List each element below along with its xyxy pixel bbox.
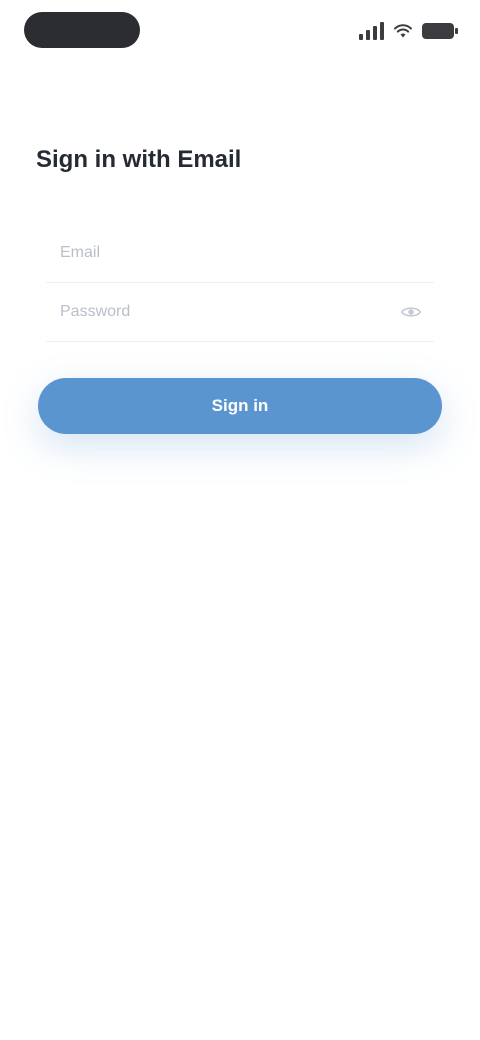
password-field[interactable] [58, 302, 400, 322]
battery-icon [422, 23, 458, 39]
status-time-pill [24, 12, 140, 48]
eye-icon[interactable] [400, 301, 422, 323]
email-field[interactable] [58, 243, 422, 263]
password-field-row [46, 283, 434, 342]
main-content: Sign in with Email Sign in [36, 140, 444, 434]
sign-in-form [36, 216, 444, 342]
status-icons [359, 20, 458, 42]
email-field-row [46, 224, 434, 283]
status-bar [0, 0, 480, 66]
sign-in-screen: Sign in with Email Sign in [0, 0, 480, 1040]
sign-in-button[interactable]: Sign in [38, 378, 442, 434]
page-title: Sign in with Email [36, 146, 242, 173]
wifi-icon [394, 24, 412, 38]
signal-icon [359, 22, 384, 40]
